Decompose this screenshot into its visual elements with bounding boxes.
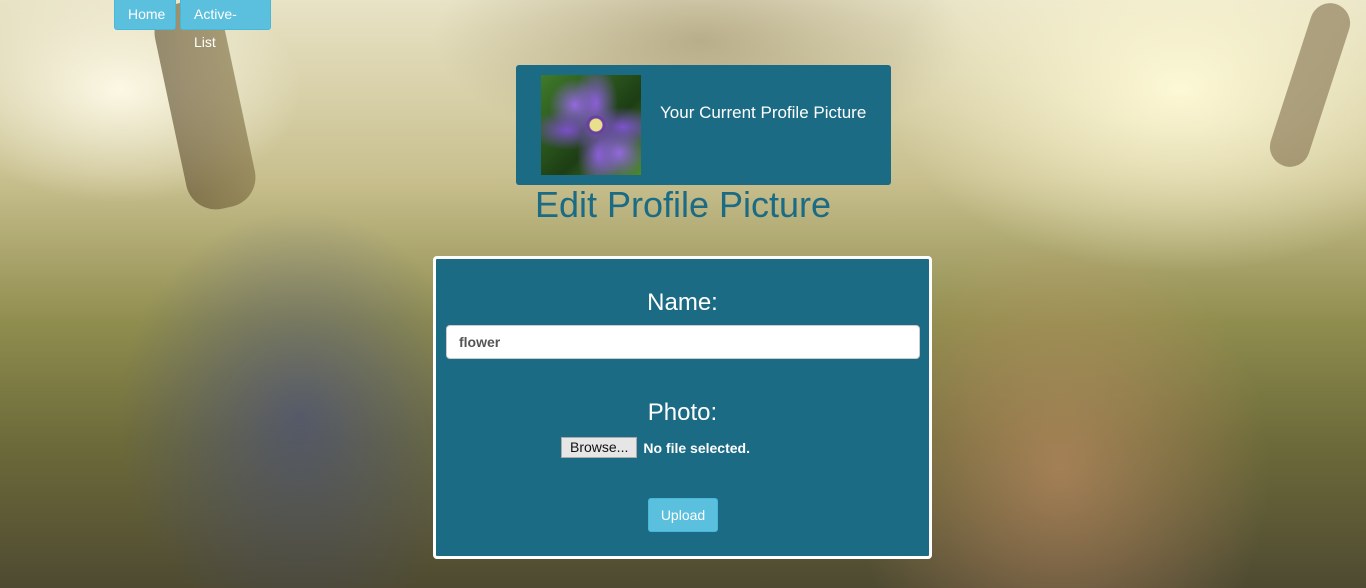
current-picture-panel: Your Current Profile Picture <box>516 65 891 185</box>
name-label: Name: <box>647 289 718 316</box>
photo-label: Photo: <box>647 399 718 426</box>
home-button[interactable]: Home <box>114 0 176 30</box>
edit-form: Name: Photo: Browse... No file selected.… <box>433 256 932 559</box>
active-list-button[interactable]: Active-List <box>180 0 271 50</box>
page-title: Edit Profile Picture <box>534 184 832 225</box>
name-input[interactable] <box>446 325 920 359</box>
file-picker: Browse... No file selected. <box>561 437 750 458</box>
current-profile-image <box>541 75 641 175</box>
file-status-text: No file selected. <box>643 439 750 456</box>
upload-button[interactable]: Upload <box>648 498 718 532</box>
browse-button[interactable]: Browse... <box>561 437 638 458</box>
current-picture-label: Your Current Profile Picture <box>660 103 867 122</box>
